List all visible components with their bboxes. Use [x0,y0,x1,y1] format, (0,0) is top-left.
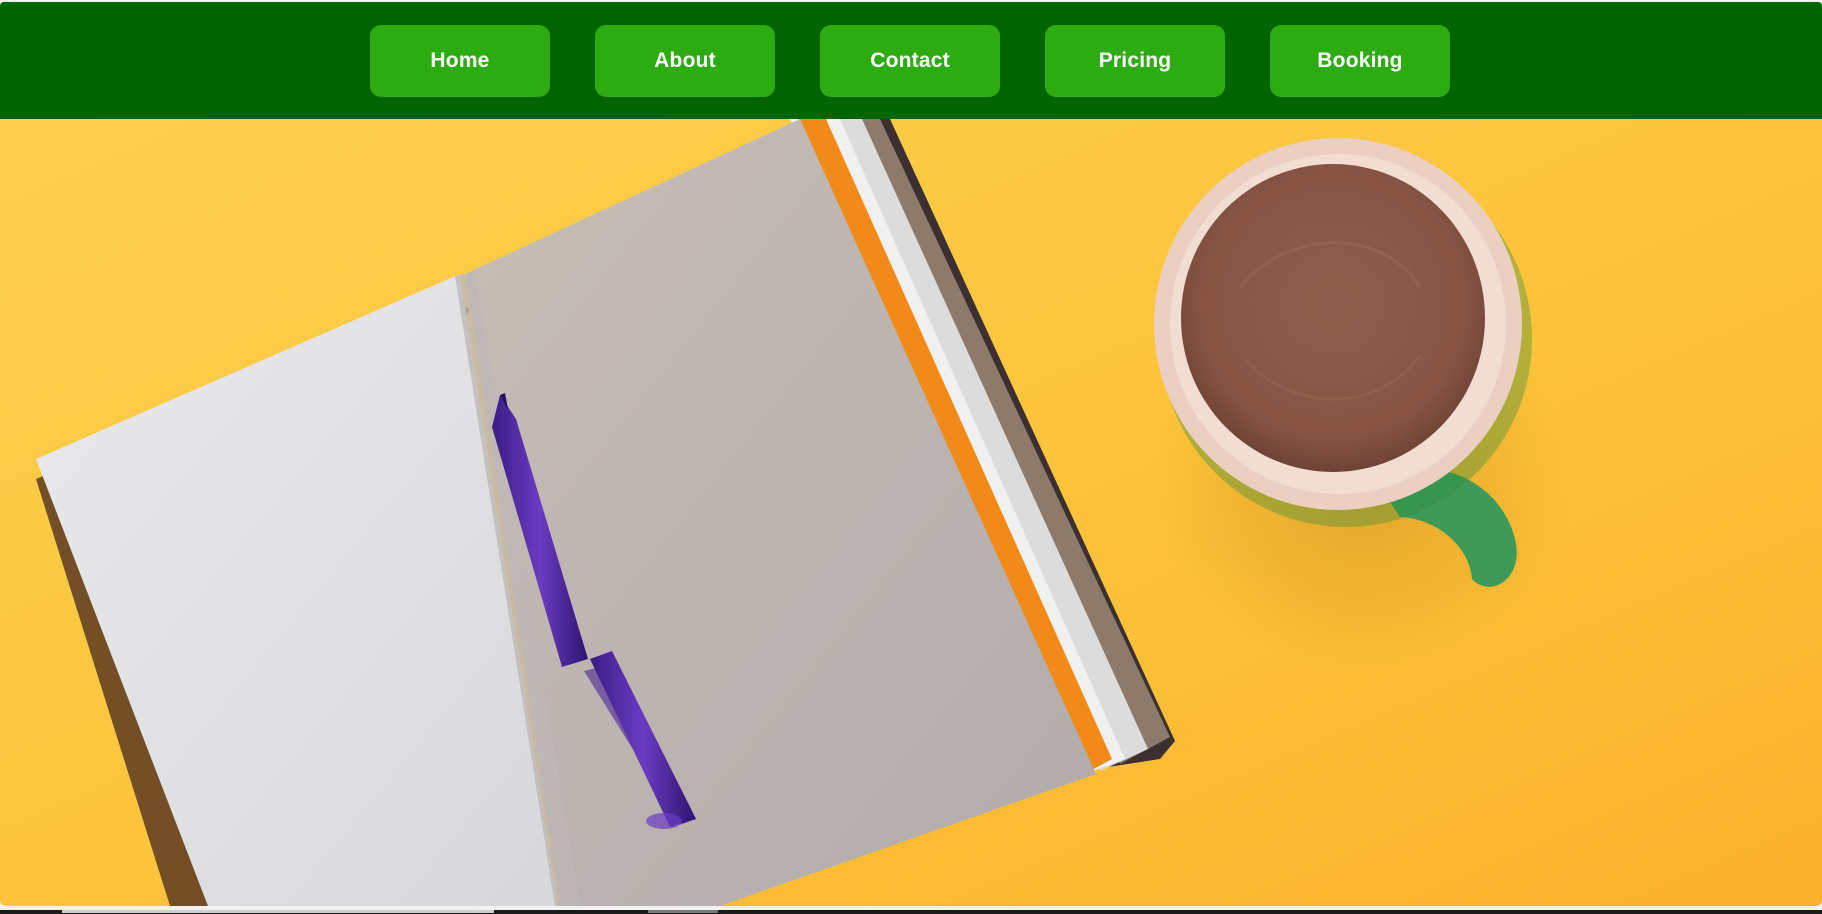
hero-image [0,119,1822,906]
nav-about-button[interactable]: About [595,25,775,97]
page: Home About Contact Pricing Booking [0,0,1822,914]
bottom-edge-strip [0,910,1822,914]
nav-booking-button[interactable]: Booking [1270,25,1450,97]
nav-contact-button[interactable]: Contact [820,25,1000,97]
top-navigation-bar: Home About Contact Pricing Booking [0,2,1822,119]
bottom-strip-mark [648,910,718,913]
bottom-strip-highlight [62,910,494,913]
nav-pricing-button[interactable]: Pricing [1045,25,1225,97]
nav-menu: Home About Contact Pricing Booking [370,25,1450,97]
hero-illustration [0,119,1822,906]
nav-home-button[interactable]: Home [370,25,550,97]
